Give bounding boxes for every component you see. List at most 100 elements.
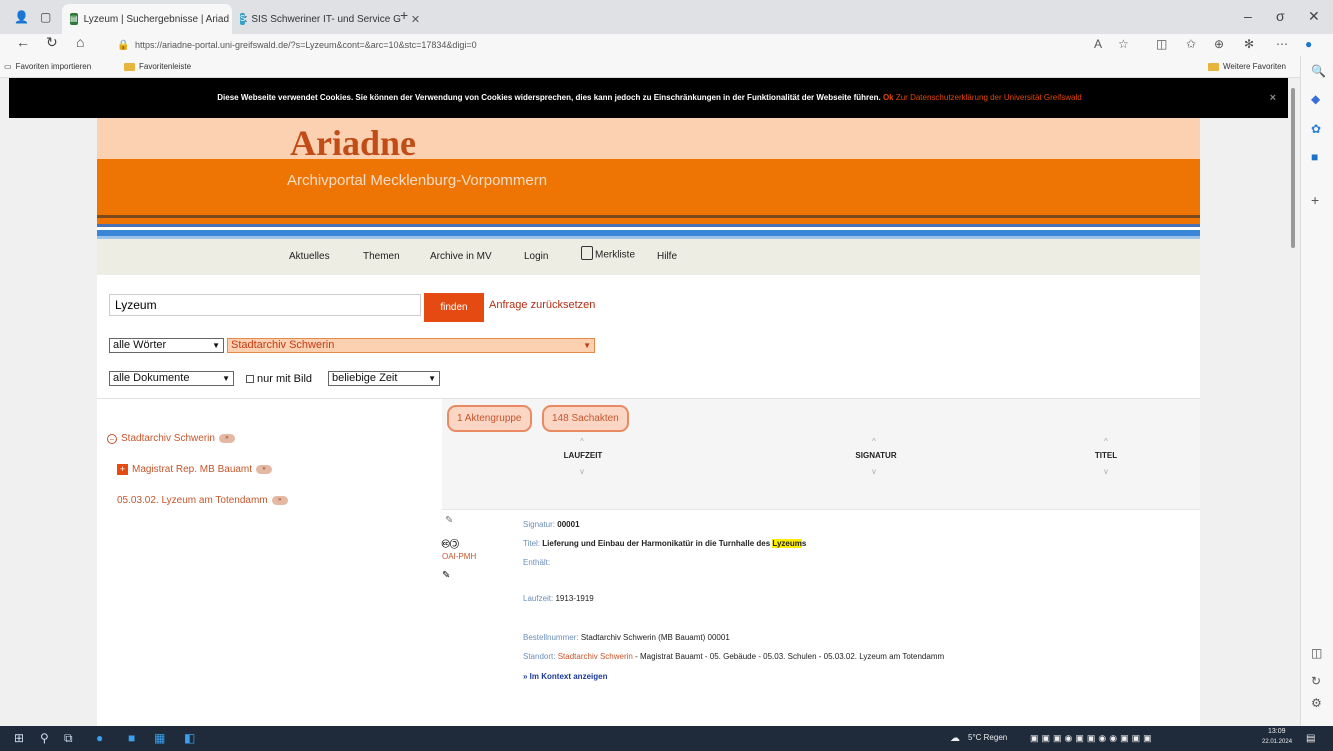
show-in-context-link[interactable]: » Im Kontext anzeigen: [523, 672, 607, 681]
sort-down-icon[interactable]: v: [1104, 467, 1108, 476]
cookie-close-icon[interactable]: ×: [1270, 78, 1276, 118]
taskbar-search-icon[interactable]: ⚲: [40, 731, 49, 745]
expand-icon[interactable]: +: [117, 464, 128, 475]
info-badge-icon[interactable]: »: [256, 465, 273, 474]
result-laufzeit: Laufzeit: 1913-1919: [523, 594, 594, 603]
tab-lyzeum[interactable]: ▤ Lyzeum | Suchergebnisse | Ariad ✕: [62, 4, 248, 34]
task-view-icon[interactable]: ⧉: [64, 731, 73, 746]
more-favorites-folder[interactable]: Weitere Favoriten: [1208, 62, 1286, 71]
refresh-sidebar-icon[interactable]: ↻: [1311, 674, 1321, 688]
scrollbar-thumb[interactable]: [1291, 88, 1295, 248]
sort-up-icon[interactable]: ^: [1104, 437, 1108, 446]
time-select[interactable]: beliebige Zeit ▼: [328, 371, 440, 386]
tree-level2[interactable]: + Magistrat Rep. MB Bauamt »: [117, 464, 273, 475]
restore-icon[interactable]: σ: [1276, 8, 1285, 24]
checkbox-box[interactable]: [246, 375, 254, 383]
windows-start-icon[interactable]: ⊞: [14, 731, 24, 745]
reload-icon[interactable]: ↻: [46, 34, 58, 51]
shopping-icon[interactable]: ◆: [1311, 92, 1320, 106]
clock-time[interactable]: 13:09: [1268, 728, 1286, 735]
favorite-star-icon[interactable]: ☆: [1118, 37, 1129, 51]
tray-icons[interactable]: ▣▣▣◉▣▣◉◉▣▣▣: [1030, 733, 1155, 744]
notifications-icon[interactable]: ▤: [1306, 733, 1315, 744]
archive-select[interactable]: Stadtarchiv Schwerin ▼: [227, 338, 595, 353]
calendar-taskbar-icon[interactable]: ▦: [154, 731, 165, 745]
tab-actions-icon[interactable]: ▢: [40, 10, 51, 24]
search-input[interactable]: [109, 294, 421, 316]
chevron-down-icon: ▼: [583, 341, 591, 350]
tree-archive[interactable]: – Stadtarchiv Schwerin »: [107, 433, 235, 444]
edge-sidebar: 🔍 ◆ ✿ ■ + ◫ ↻ ⚙: [1300, 56, 1333, 726]
sidebar-split-icon[interactable]: ◫: [1311, 646, 1322, 660]
menu-merkliste[interactable]: Merkliste: [581, 246, 635, 262]
read-aloud-icon[interactable]: A: [1094, 37, 1102, 51]
page-scrollbar[interactable]: [1288, 78, 1298, 726]
site-subtitle: Archivportal Mecklenburg-Vorpommern: [287, 172, 548, 189]
col-signatur[interactable]: SIGNATUR: [846, 451, 906, 460]
bookmark-icon[interactable]: ✎: [442, 570, 450, 581]
collapse-icon[interactable]: –: [107, 433, 117, 444]
copilot-icon[interactable]: ●: [1305, 37, 1312, 51]
window-close-icon[interactable]: ✕: [1308, 8, 1320, 25]
sort-down-icon[interactable]: v: [872, 467, 876, 476]
sort-down-icon[interactable]: v: [580, 467, 584, 476]
minimize-icon[interactable]: –: [1244, 8, 1252, 24]
add-sidebar-icon[interactable]: +: [1311, 192, 1319, 208]
tree-level3[interactable]: 05.03.02. Lyzeum am Totendamm »: [117, 495, 288, 506]
outlook-taskbar-icon[interactable]: ■: [128, 731, 135, 745]
import-favorites[interactable]: ▭ Favoriten importieren: [4, 62, 91, 71]
tree-panel: – Stadtarchiv Schwerin » + Magistrat Rep…: [97, 399, 442, 726]
edge-taskbar-icon[interactable]: ●: [96, 731, 103, 745]
info-badge-icon[interactable]: »: [271, 496, 288, 505]
tab-sis[interactable]: S SIS Schweriner IT- und Service G ✕: [232, 4, 420, 34]
weather-icon[interactable]: ☁: [950, 733, 960, 744]
cookie-ok-button[interactable]: Ok: [883, 93, 894, 102]
folder-icon: [1208, 62, 1219, 71]
weather-text[interactable]: 5°C Regen: [968, 733, 1007, 742]
menu-themen[interactable]: Themen: [363, 251, 400, 262]
word-mode-select[interactable]: alle Wörter ▼: [109, 338, 224, 353]
edit-pencil-icon[interactable]: ✎: [445, 515, 453, 526]
ariadne-page: Ariadne Archivportal Mecklenburg-Vorpomm…: [97, 118, 1200, 726]
favorites-folder[interactable]: Favoritenleiste: [124, 62, 191, 71]
creative-commons-icon[interactable]: 🅭🄯: [442, 535, 459, 552]
menu-login[interactable]: Login: [524, 251, 548, 262]
outlook-icon[interactable]: ■: [1311, 150, 1318, 164]
sort-up-icon[interactable]: ^: [872, 437, 876, 446]
standort-link[interactable]: Stadtarchiv Schwerin: [558, 652, 633, 661]
sachakten-tab[interactable]: 148 Sachakten: [542, 405, 629, 432]
url-field[interactable]: 🔒 https://ariadne-portal.uni-greifswald.…: [115, 37, 1075, 54]
tools-icon[interactable]: ✿: [1311, 122, 1321, 136]
favorites-icon[interactable]: ✩: [1186, 37, 1196, 51]
search-icon[interactable]: 🔍: [1311, 64, 1326, 78]
doc-type-select[interactable]: alle Dokumente ▼: [109, 371, 234, 386]
close-tab-icon[interactable]: ✕: [411, 13, 420, 26]
clock-date[interactable]: 22.01.2024: [1262, 739, 1292, 745]
split-screen-icon[interactable]: ◫: [1156, 37, 1167, 51]
image-only-checkbox[interactable]: nur mit Bild: [246, 373, 312, 385]
profile-icon[interactable]: 👤: [14, 10, 29, 24]
back-icon[interactable]: ←: [16, 34, 30, 50]
info-badge-icon[interactable]: »: [218, 434, 235, 443]
extensions-icon[interactable]: ✻: [1244, 37, 1254, 51]
collections-icon[interactable]: ⊕: [1214, 37, 1224, 51]
oai-pmh-link[interactable]: OAI-PMH: [442, 552, 476, 561]
aktengruppe-tab[interactable]: 1 Aktengruppe: [447, 405, 532, 432]
col-laufzeit[interactable]: LAUFZEIT: [558, 451, 608, 460]
teams-taskbar-icon[interactable]: ◧: [184, 731, 195, 745]
home-icon[interactable]: ⌂: [76, 34, 84, 50]
privacy-link[interactable]: Zur Datenschutzerklärung der Universität…: [896, 93, 1082, 102]
tab-label: SIS Schweriner IT- und Service G: [251, 13, 401, 25]
menu-aktuelles[interactable]: Aktuelles: [289, 251, 330, 262]
menu-archive-in-mv[interactable]: Archive in MV: [430, 251, 492, 262]
site-logo[interactable]: Ariadne: [290, 122, 416, 164]
sort-up-icon[interactable]: ^: [580, 437, 584, 446]
settings-gear-icon[interactable]: ⚙: [1311, 696, 1322, 710]
menu-hilfe[interactable]: Hilfe: [657, 251, 677, 262]
col-titel[interactable]: TITEL: [1090, 451, 1122, 460]
reset-query-link[interactable]: Anfrage zurücksetzen: [489, 299, 595, 311]
new-tab-icon[interactable]: +: [400, 7, 408, 23]
more-icon[interactable]: ⋯: [1276, 37, 1288, 51]
search-button[interactable]: finden: [424, 293, 484, 322]
result-titel: Titel: Lieferung und Einbau der Harmonik…: [523, 539, 807, 548]
